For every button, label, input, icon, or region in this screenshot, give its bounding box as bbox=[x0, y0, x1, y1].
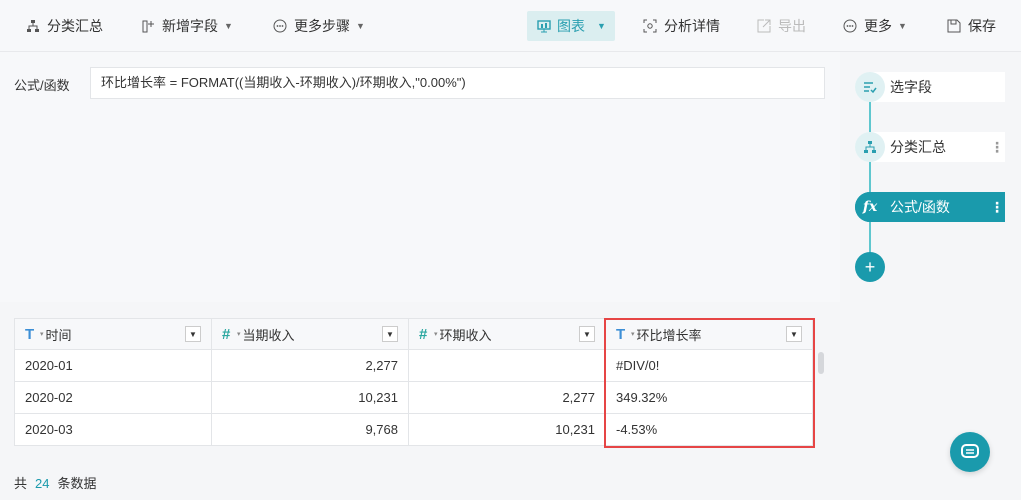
chevron-down-icon: ▼ bbox=[597, 21, 606, 31]
preview-table-area: T ▾ 时间 ▼ # ▾ 当期收入 ▼ # ▾ 环期收入 ▼ T ▾ 环比增长率… bbox=[0, 302, 840, 500]
group-summary-button[interactable]: 分类汇总 bbox=[15, 11, 113, 41]
chevron-down-icon: ▼ bbox=[224, 21, 233, 31]
focus-icon bbox=[642, 18, 658, 34]
type-dropdown-icon: ▾ bbox=[237, 331, 241, 338]
formula-panel: 公式/函数 环比增长率 = FORMAT((当期收入-环期收入)/环期收入,"0… bbox=[0, 52, 840, 302]
table-cell: #DIV/0! bbox=[605, 349, 813, 382]
column-label: 时间 bbox=[45, 327, 72, 343]
preview-table: T ▾ 时间 ▼ # ▾ 当期收入 ▼ # ▾ 环期收入 ▼ T ▾ 环比增长率… bbox=[14, 318, 813, 446]
export-button[interactable]: 导出 bbox=[746, 11, 816, 41]
formula-input[interactable]: 环比增长率 = FORMAT((当期收入-环期收入)/环期收入,"0.00%") bbox=[90, 67, 825, 99]
chart-label: 图表 bbox=[557, 18, 585, 34]
chart-icon bbox=[537, 18, 551, 34]
record-count-value: 24 bbox=[35, 476, 50, 491]
column-label: 当期收入 bbox=[242, 327, 295, 343]
type-dropdown-icon: ▾ bbox=[434, 331, 438, 338]
help-chat-button[interactable] bbox=[950, 432, 990, 472]
export-label: 导出 bbox=[778, 18, 806, 34]
chart-button[interactable]: 图表 ▼ bbox=[527, 11, 615, 41]
type-dropdown-icon: ▾ bbox=[631, 331, 635, 338]
group-summary-label: 分类汇总 bbox=[47, 18, 103, 34]
table-cell: 10,231 bbox=[211, 381, 409, 414]
vertical-scrollbar[interactable] bbox=[818, 352, 824, 374]
analysis-detail-label: 分析详情 bbox=[664, 18, 720, 34]
chat-icon bbox=[959, 440, 981, 465]
chevron-down-icon: ▼ bbox=[356, 21, 365, 31]
more-button[interactable]: 更多 ▼ bbox=[832, 11, 917, 41]
column-label: 环期收入 bbox=[439, 327, 492, 343]
table-cell: 349.32% bbox=[605, 381, 813, 414]
steps-connector bbox=[869, 95, 871, 255]
chevron-down-icon: ▼ bbox=[898, 21, 907, 31]
table-cell bbox=[408, 349, 606, 382]
table-row: 2020-02 10,231 2,277 349.32% bbox=[14, 381, 813, 414]
more-steps-button[interactable]: 更多步骤 ▼ bbox=[262, 11, 375, 41]
kebab-menu-icon[interactable]: ⋮ bbox=[989, 199, 1005, 216]
column-header-time[interactable]: T ▾ 时间 ▼ bbox=[14, 318, 212, 350]
more-circle-icon bbox=[842, 18, 858, 34]
table-cell: 9,768 bbox=[211, 413, 409, 446]
table-row: 2020-03 9,768 10,231 -4.53% bbox=[14, 413, 813, 446]
step-group-summary[interactable]: 分类汇总 ⋮ bbox=[855, 132, 1005, 162]
select-fields-icon bbox=[855, 72, 885, 102]
step-label: 分类汇总 bbox=[890, 139, 946, 155]
export-icon bbox=[756, 18, 772, 34]
more-circle-icon bbox=[272, 18, 288, 34]
more-label: 更多 bbox=[864, 18, 892, 34]
table-cell: 10,231 bbox=[408, 413, 606, 446]
column-menu-icon[interactable]: ▼ bbox=[185, 326, 201, 342]
step-formula[interactable]: fx 公式/函数 ⋮ bbox=[855, 192, 1005, 222]
table-cell: -4.53% bbox=[605, 413, 813, 446]
column-menu-icon[interactable]: ▼ bbox=[382, 326, 398, 342]
formula-label: 公式/函数 bbox=[14, 78, 70, 93]
save-icon bbox=[946, 18, 962, 34]
type-dropdown-icon: ▾ bbox=[40, 331, 44, 338]
save-label: 保存 bbox=[968, 18, 996, 34]
table-cell: 2,277 bbox=[211, 349, 409, 382]
add-field-label: 新增字段 bbox=[162, 18, 218, 34]
save-button[interactable]: 保存 bbox=[936, 11, 1006, 41]
column-menu-icon[interactable]: ▼ bbox=[786, 326, 802, 342]
table-cell: 2020-02 bbox=[14, 381, 212, 414]
hierarchy-icon bbox=[25, 18, 41, 34]
column-menu-icon[interactable]: ▼ bbox=[579, 326, 595, 342]
analysis-detail-button[interactable]: 分析详情 bbox=[632, 11, 730, 41]
function-icon: fx bbox=[855, 192, 885, 222]
record-count-prefix: 共 bbox=[14, 476, 28, 491]
toolbar: 分类汇总 新增字段 ▼ 更多步骤 ▼ 图表 ▼ 分析详情 导出 更多 ▼ 保存 bbox=[0, 0, 1021, 52]
step-label: 选字段 bbox=[890, 79, 932, 95]
step-label: 公式/函数 bbox=[890, 199, 950, 215]
add-column-icon bbox=[140, 18, 156, 34]
table-cell: 2020-03 bbox=[14, 413, 212, 446]
add-field-button[interactable]: 新增字段 ▼ bbox=[130, 11, 243, 41]
column-label: 环比增长率 bbox=[636, 327, 702, 343]
step-select-fields[interactable]: 选字段 bbox=[855, 72, 1005, 102]
kebab-menu-icon[interactable]: ⋮ bbox=[989, 139, 1005, 156]
table-row: 2020-01 2,277 #DIV/0! bbox=[14, 349, 813, 382]
column-header-previous-revenue[interactable]: # ▾ 环期收入 ▼ bbox=[408, 318, 606, 350]
table-cell: 2,277 bbox=[408, 381, 606, 414]
table-header-row: T ▾ 时间 ▼ # ▾ 当期收入 ▼ # ▾ 环期收入 ▼ T ▾ 环比增长率… bbox=[14, 318, 813, 350]
column-header-growth-rate[interactable]: T ▾ 环比增长率 ▼ bbox=[605, 318, 813, 350]
record-count: 共 24 条数据 bbox=[14, 473, 97, 492]
table-cell: 2020-01 bbox=[14, 349, 212, 382]
more-steps-label: 更多步骤 bbox=[294, 18, 350, 34]
add-step-button[interactable]: + bbox=[855, 252, 885, 282]
hierarchy-icon bbox=[855, 132, 885, 162]
column-header-current-revenue[interactable]: # ▾ 当期收入 ▼ bbox=[211, 318, 409, 350]
record-count-suffix: 条数据 bbox=[57, 476, 97, 491]
